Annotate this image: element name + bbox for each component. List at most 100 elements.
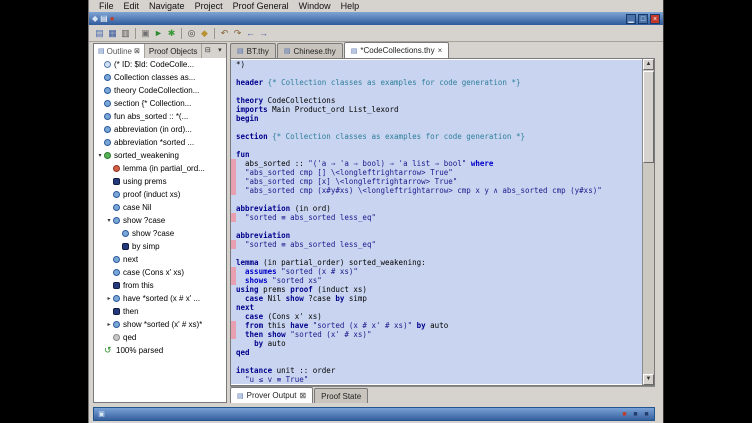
tree-item[interactable]: ▸have *sorted (x # x' ... bbox=[94, 292, 226, 305]
tree-item[interactable]: section {* Collection... bbox=[94, 97, 226, 110]
code-line[interactable] bbox=[231, 69, 642, 78]
code-line[interactable] bbox=[231, 249, 642, 258]
code-line[interactable]: abbreviation (in ord) bbox=[231, 204, 642, 213]
menu-file[interactable]: File bbox=[94, 1, 119, 11]
new-file-icon[interactable]: ▤ bbox=[93, 27, 106, 40]
expanded-arrow-icon[interactable]: ▾ bbox=[96, 152, 104, 159]
code-line[interactable]: instance unit :: order bbox=[231, 366, 642, 375]
tree-item[interactable]: then bbox=[94, 305, 226, 318]
code-line[interactable]: abs_sorted :: "('a ⇒ 'a ⇒ bool) ⇒ 'a lis… bbox=[231, 159, 642, 168]
code-line[interactable]: case (Cons x' xs) bbox=[231, 312, 642, 321]
tree-item[interactable]: case (Cons x' xs) bbox=[94, 266, 226, 279]
tab-codecollections-thy[interactable]: ▤*CodeCollections.thy× bbox=[344, 42, 450, 58]
close-icon[interactable]: ⊠ bbox=[299, 391, 306, 400]
code-line[interactable]: case Nil show ?case by simp bbox=[231, 294, 642, 303]
code-line[interactable] bbox=[231, 141, 642, 150]
code-line[interactable]: "sorted ≡ abs_sorted less_eq" bbox=[231, 213, 642, 222]
tree-item[interactable]: (* ID: $Id: CodeColle... bbox=[94, 58, 226, 71]
scrollbar-thumb[interactable] bbox=[643, 71, 654, 163]
print-icon[interactable]: ▥ bbox=[119, 27, 132, 40]
code-line[interactable]: shows "sorted xs" bbox=[231, 276, 642, 285]
collapse-all-icon[interactable]: ⊟ bbox=[202, 46, 213, 57]
code-line[interactable] bbox=[231, 357, 642, 366]
tree-item[interactable]: fun abs_sorted :: *(... bbox=[94, 110, 226, 123]
minimize-button[interactable]: ▁ bbox=[626, 14, 636, 24]
code-line[interactable]: using prems proof (induct xs) bbox=[231, 285, 642, 294]
build-icon[interactable]: ▣ bbox=[139, 27, 152, 40]
undo-icon[interactable]: ↶ bbox=[218, 27, 231, 40]
status-app-icon[interactable]: ▣ bbox=[97, 410, 106, 419]
status-aux2-icon[interactable]: ■ bbox=[642, 410, 651, 419]
code-line[interactable] bbox=[231, 87, 642, 96]
code-line[interactable] bbox=[231, 195, 642, 204]
menu-help[interactable]: Help bbox=[336, 1, 365, 11]
code-line[interactable]: qed bbox=[231, 348, 642, 357]
scroll-down-icon[interactable]: ▼ bbox=[643, 374, 654, 385]
maximize-button[interactable]: □ bbox=[638, 14, 648, 24]
code-line[interactable]: fun bbox=[231, 150, 642, 159]
debug-icon[interactable]: ✱ bbox=[165, 27, 178, 40]
code-line[interactable]: "abs_sorted cmp [x] \<longleftrightarrow… bbox=[231, 177, 642, 186]
tree-item[interactable]: ▾show ?case bbox=[94, 214, 226, 227]
back-icon[interactable]: ← bbox=[244, 27, 257, 40]
menu-proof-general[interactable]: Proof General bbox=[228, 1, 294, 11]
code-line[interactable]: from this have "sorted (x # x' # xs)" by… bbox=[231, 321, 642, 330]
collapsed-arrow-icon[interactable]: ▸ bbox=[105, 321, 113, 328]
code-line[interactable]: abbreviation bbox=[231, 231, 642, 240]
menu-window[interactable]: Window bbox=[294, 1, 336, 11]
tree-item[interactable]: Collection classes as... bbox=[94, 71, 226, 84]
close-button[interactable]: × bbox=[650, 14, 660, 24]
editor-body[interactable]: *) header {* Collection classes as exampl… bbox=[230, 58, 655, 386]
code-area[interactable]: *) header {* Collection classes as exampl… bbox=[231, 60, 642, 385]
code-line[interactable] bbox=[231, 222, 642, 231]
tab-proof-state[interactable]: Proof State bbox=[314, 388, 368, 403]
tab-outline[interactable]: ▤Outline⊠ bbox=[94, 44, 145, 58]
scroll-up-icon[interactable]: ▲ bbox=[643, 59, 654, 70]
tree-item[interactable]: lemma (in partial_ord... bbox=[94, 162, 226, 175]
code-line[interactable]: "u ≤ v ≡ True" bbox=[231, 375, 642, 384]
tree-item[interactable]: case Nil bbox=[94, 201, 226, 214]
tree-item[interactable]: next bbox=[94, 253, 226, 266]
editor-vertical-scrollbar[interactable]: ▲ ▼ bbox=[642, 59, 654, 385]
forward-icon[interactable]: → bbox=[257, 27, 270, 40]
tab-bt-thy[interactable]: ▤BT.thy bbox=[230, 43, 276, 58]
tree-item[interactable]: abbreviation (in ord)... bbox=[94, 123, 226, 136]
close-icon[interactable]: × bbox=[438, 46, 443, 55]
collapsed-arrow-icon[interactable]: ▸ bbox=[105, 295, 113, 302]
menu-edit[interactable]: Edit bbox=[119, 1, 145, 11]
save-icon[interactable]: ▦ bbox=[106, 27, 119, 40]
code-line[interactable]: then show "sorted (x' # xs)" bbox=[231, 330, 642, 339]
code-line[interactable]: *) bbox=[231, 60, 642, 69]
code-line[interactable]: "abs_sorted cmp (x#y#xs) \<longleftright… bbox=[231, 186, 642, 195]
tree-item[interactable]: ▾sorted_weakening bbox=[94, 149, 226, 162]
redo-icon[interactable]: ↷ bbox=[231, 27, 244, 40]
expanded-arrow-icon[interactable]: ▾ bbox=[105, 217, 113, 224]
tree-item[interactable]: by simp bbox=[94, 240, 226, 253]
tree-item[interactable]: show ?case bbox=[94, 227, 226, 240]
tree-item[interactable]: theory CodeCollection... bbox=[94, 84, 226, 97]
code-line[interactable]: "abs_sorted cmp [] \<longleftrightarrow>… bbox=[231, 168, 642, 177]
code-line[interactable]: theory CodeCollections bbox=[231, 96, 642, 105]
code-line[interactable]: imports Main Product_ord List_lexord bbox=[231, 105, 642, 114]
code-line[interactable]: "sorted ≡ abs_sorted less_eq" bbox=[231, 240, 642, 249]
tab-proof-objects[interactable]: Proof Objects bbox=[145, 44, 202, 58]
close-icon[interactable]: ⊠ bbox=[134, 47, 140, 55]
view-menu-icon[interactable]: ▾ bbox=[214, 46, 225, 57]
code-line[interactable]: header {* Collection classes as examples… bbox=[231, 78, 642, 87]
code-line[interactable]: section {* Collection classes as example… bbox=[231, 132, 642, 141]
tree-item[interactable]: abbreviation *sorted ... bbox=[94, 136, 226, 149]
code-line[interactable]: lemma (in partial_order) sorted_weakenin… bbox=[231, 258, 642, 267]
run-icon[interactable]: ► bbox=[152, 27, 165, 40]
code-line[interactable]: next bbox=[231, 303, 642, 312]
tree-item[interactable]: using prems bbox=[94, 175, 226, 188]
tree-item[interactable]: from this bbox=[94, 279, 226, 292]
tree-item[interactable]: ▸show *sorted (x' # xs)* bbox=[94, 318, 226, 331]
code-line[interactable]: assumes "sorted (x # xs)" bbox=[231, 267, 642, 276]
code-line[interactable] bbox=[231, 123, 642, 132]
search-icon[interactable]: ◎ bbox=[185, 27, 198, 40]
menu-navigate[interactable]: Navigate bbox=[144, 1, 190, 11]
code-line[interactable]: begin bbox=[231, 114, 642, 123]
menu-project[interactable]: Project bbox=[190, 1, 228, 11]
tree-item[interactable]: ↺100% parsed bbox=[94, 344, 226, 357]
status-alert-icon[interactable]: ■ bbox=[620, 410, 629, 419]
